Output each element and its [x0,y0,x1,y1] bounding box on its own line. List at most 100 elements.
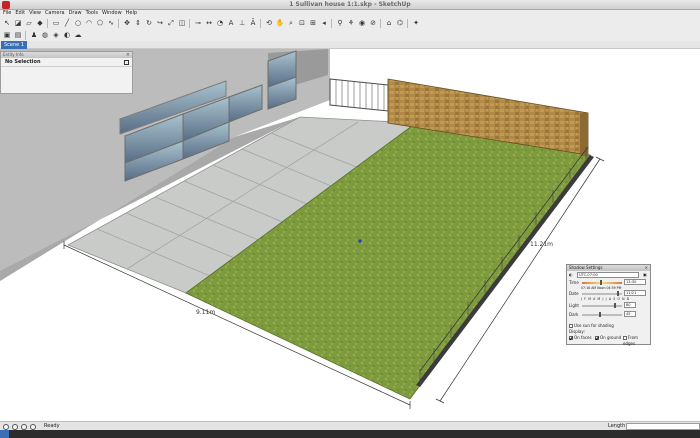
dark-slider-knob[interactable] [599,312,601,317]
shadows-icon[interactable]: ◐ [62,30,72,40]
freehand-icon[interactable]: ∿ [106,18,116,28]
protractor-icon[interactable]: ◔ [215,18,225,28]
menu-window[interactable]: Window [102,10,122,17]
close-icon[interactable]: × [645,265,648,271]
month-scale: J F M A M J J A S O N D [581,297,630,301]
toolbar-separator [25,30,28,40]
time-value: 13:30 [626,280,637,284]
extension-icon[interactable]: ✦ [411,18,421,28]
follow-me-icon[interactable]: ↪ [155,18,165,28]
pan-icon[interactable]: ✋ [275,18,285,28]
make-component-icon[interactable]: ◪ [13,18,23,28]
polygon-icon[interactable]: ⬠ [95,18,105,28]
select-icon[interactable]: ↖ [2,18,12,28]
get-models-icon[interactable]: ⌂ [384,18,394,28]
time-field[interactable]: 13:30 [624,279,646,285]
arc-icon[interactable]: ◠ [84,18,94,28]
text-icon[interactable]: A [226,18,236,28]
paint-bucket-icon[interactable]: ◆ [35,18,45,28]
document-icon[interactable]: ▤ [13,30,23,40]
dark-slider[interactable] [582,314,622,316]
axes-icon[interactable]: ⊥ [237,18,247,28]
toolbar-separator [189,18,192,28]
time-slider[interactable] [582,282,622,284]
menu-tools[interactable]: Tools [86,10,98,17]
date-label: Date [569,291,579,296]
selection-label: No Selection [5,59,41,65]
time-label: Time [569,280,579,285]
details-icon[interactable]: ▣ [643,272,647,278]
share-model-icon[interactable]: ⌬ [395,18,405,28]
timezone-select[interactable]: UTC-07:00 [577,272,639,278]
taskbar [0,430,700,438]
toolbar-separator [407,18,410,28]
offset-icon[interactable]: ◫ [177,18,187,28]
model-scene[interactable]: 9.11m 11.21m [0,49,700,421]
on-ground-label: On ground [600,335,622,340]
fog-icon[interactable]: ☁ [73,30,83,40]
use-sun-checkbox[interactable] [569,324,573,328]
walk-icon[interactable]: ⚘ [346,18,356,28]
sunrise-label: 07:16 AM [581,286,597,290]
toolbar-separator [47,18,50,28]
date-slider[interactable] [582,293,622,295]
previous-view-icon[interactable]: ◂ [319,18,329,28]
folder-icon[interactable]: ▣ [2,30,12,40]
rectangle-icon[interactable]: ▭ [51,18,61,28]
menu-view[interactable]: View [29,10,41,17]
on-ground-option[interactable]: On ground [595,335,621,341]
tab-scene-1[interactable]: Scene 1 [1,41,28,49]
menu-help[interactable]: Help [126,10,137,17]
section-plane-icon[interactable]: ⊘ [368,18,378,28]
measurements-input[interactable] [626,423,700,430]
light-slider-knob[interactable] [614,303,616,308]
scale-icon[interactable]: ⤢ [166,18,176,28]
width-dimension-label[interactable]: 9.11m [196,309,215,316]
line-icon[interactable]: ╱ [62,18,72,28]
3d-text-icon[interactable]: Ā [248,18,258,28]
length-dimension-label[interactable]: 11.21m [530,241,553,248]
shadows-toggle-icon[interactable]: ◐ [569,272,573,278]
zoom-window-icon[interactable]: ⊡ [297,18,307,28]
light-field[interactable]: 80 [624,302,636,308]
from-edges-option[interactable]: From edges [623,335,650,346]
orbit-icon[interactable]: ⟲ [264,18,274,28]
toggle-details-icon[interactable] [124,60,129,65]
eraser-icon[interactable]: ▱ [24,18,34,28]
on-faces-option[interactable]: On faces [569,335,592,341]
start-button[interactable] [0,430,9,438]
title-bar: 1 Sullivan house 1:1.skp - SketchUp [0,0,700,10]
from-edges-checkbox[interactable] [623,336,627,340]
styles-icon[interactable]: ◈ [51,30,61,40]
circle-icon[interactable]: ○ [73,18,83,28]
zoom-extents-icon[interactable]: ⊞ [308,18,318,28]
dark-field[interactable]: 45 [624,311,636,317]
zoom-icon[interactable]: ⌕ [286,18,296,28]
on-ground-checkbox[interactable] [595,336,599,340]
look-around-icon[interactable]: ◉ [357,18,367,28]
move-icon[interactable]: ✥ [122,18,132,28]
menu-file[interactable]: File [3,10,11,17]
components-icon[interactable]: ♟ [29,30,39,40]
menu-camera[interactable]: Camera [45,10,65,17]
on-faces-checkbox[interactable] [569,336,573,340]
sketchup-window: 1 Sullivan house 1:1.skp - SketchUp File… [0,0,700,438]
light-value: 80 [626,303,631,307]
shadow-settings-header: Shadow Settings × [567,265,650,271]
light-slider[interactable] [582,305,622,307]
materials-icon[interactable]: ◍ [40,30,50,40]
gate [329,78,389,112]
rotate-icon[interactable]: ↻ [144,18,154,28]
brick-wall-end [580,113,588,157]
menu-edit[interactable]: Edit [15,10,25,17]
gate-bars [335,80,385,110]
modeling-viewport[interactable]: 9.11m 11.21m [0,49,700,421]
toolbar-separator [331,18,334,28]
position-camera-icon[interactable]: ⚲ [335,18,345,28]
tape-measure-icon[interactable]: ⊸ [193,18,203,28]
secondary-toolbar: ▣ ▤ ♟ ◍ ◈ ◐ ☁ [0,29,700,41]
push-pull-icon[interactable]: ⇕ [133,18,143,28]
menu-draw[interactable]: Draw [69,10,82,17]
use-sun-label: Use sun for shading [574,323,614,328]
dimension-icon[interactable]: ↔ [204,18,214,28]
